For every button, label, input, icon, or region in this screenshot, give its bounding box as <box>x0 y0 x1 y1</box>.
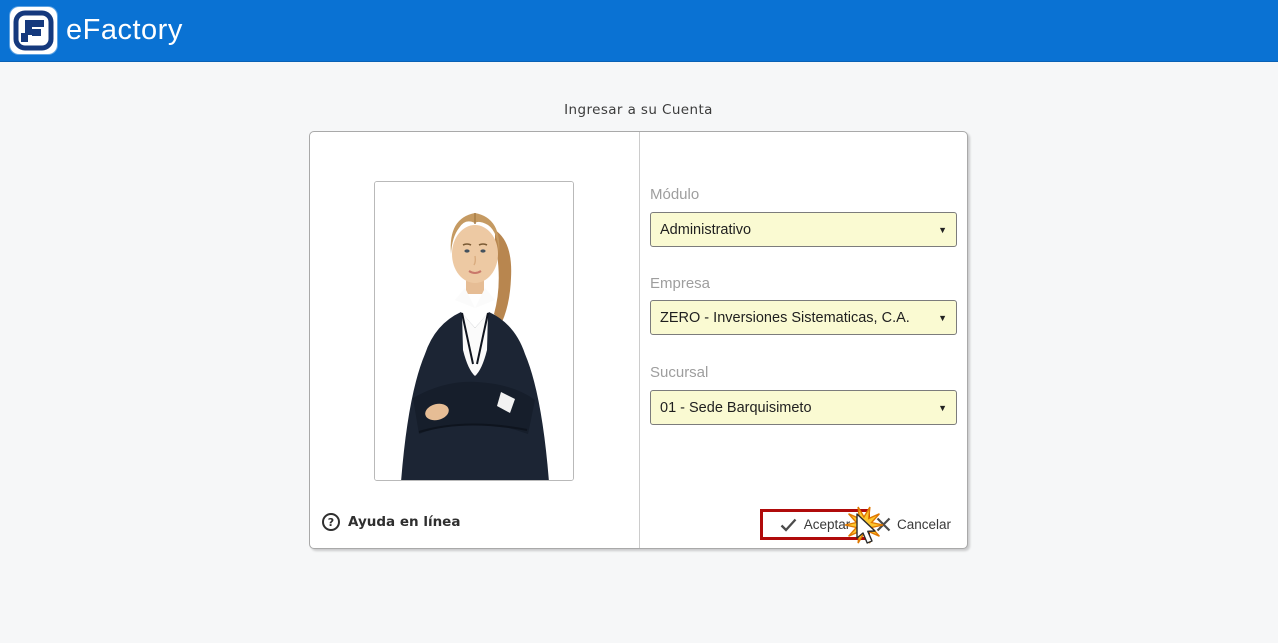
modulo-selected-value: Administrativo <box>660 221 752 238</box>
question-circle-icon: ? <box>322 513 340 531</box>
dropdown-arrow-icon: ▼ <box>938 224 947 235</box>
app-name: eFactory <box>66 14 183 46</box>
cancel-label: Cancelar <box>897 517 952 532</box>
modulo-select[interactable]: Administrativo ▼ <box>650 212 957 247</box>
modulo-label: Módulo <box>650 186 700 203</box>
dropdown-arrow-icon: ▼ <box>938 402 947 413</box>
dropdown-arrow-icon: ▼ <box>938 312 947 323</box>
sucursal-selected-value: 01 - Sede Barquisimeto <box>660 399 812 416</box>
businesswoman-photo <box>374 181 574 481</box>
empresa-selected-value: ZERO - Inversiones Sistematicas, C.A. <box>660 309 910 326</box>
page-title: Ingresar a su Cuenta <box>564 102 713 118</box>
accept-button[interactable]: Aceptar <box>760 509 870 540</box>
efactory-logo-icon <box>10 7 57 54</box>
check-icon <box>780 518 797 532</box>
app-header: eFactory <box>0 0 1278 62</box>
sucursal-label: Sucursal <box>650 364 709 381</box>
sucursal-select[interactable]: 01 - Sede Barquisimeto ▼ <box>650 390 957 425</box>
card-divider <box>639 132 640 548</box>
empresa-select[interactable]: ZERO - Inversiones Sistematicas, C.A. ▼ <box>650 300 957 335</box>
help-label: Ayuda en línea <box>348 514 461 530</box>
help-link[interactable]: ? Ayuda en línea <box>322 512 460 532</box>
accept-label: Aceptar <box>803 517 851 532</box>
login-card: ? Ayuda en línea Módulo Administrativo ▼… <box>309 131 968 549</box>
cancel-button[interactable]: Cancelar <box>876 509 951 540</box>
empresa-label: Empresa <box>650 275 711 292</box>
x-icon <box>876 517 891 532</box>
